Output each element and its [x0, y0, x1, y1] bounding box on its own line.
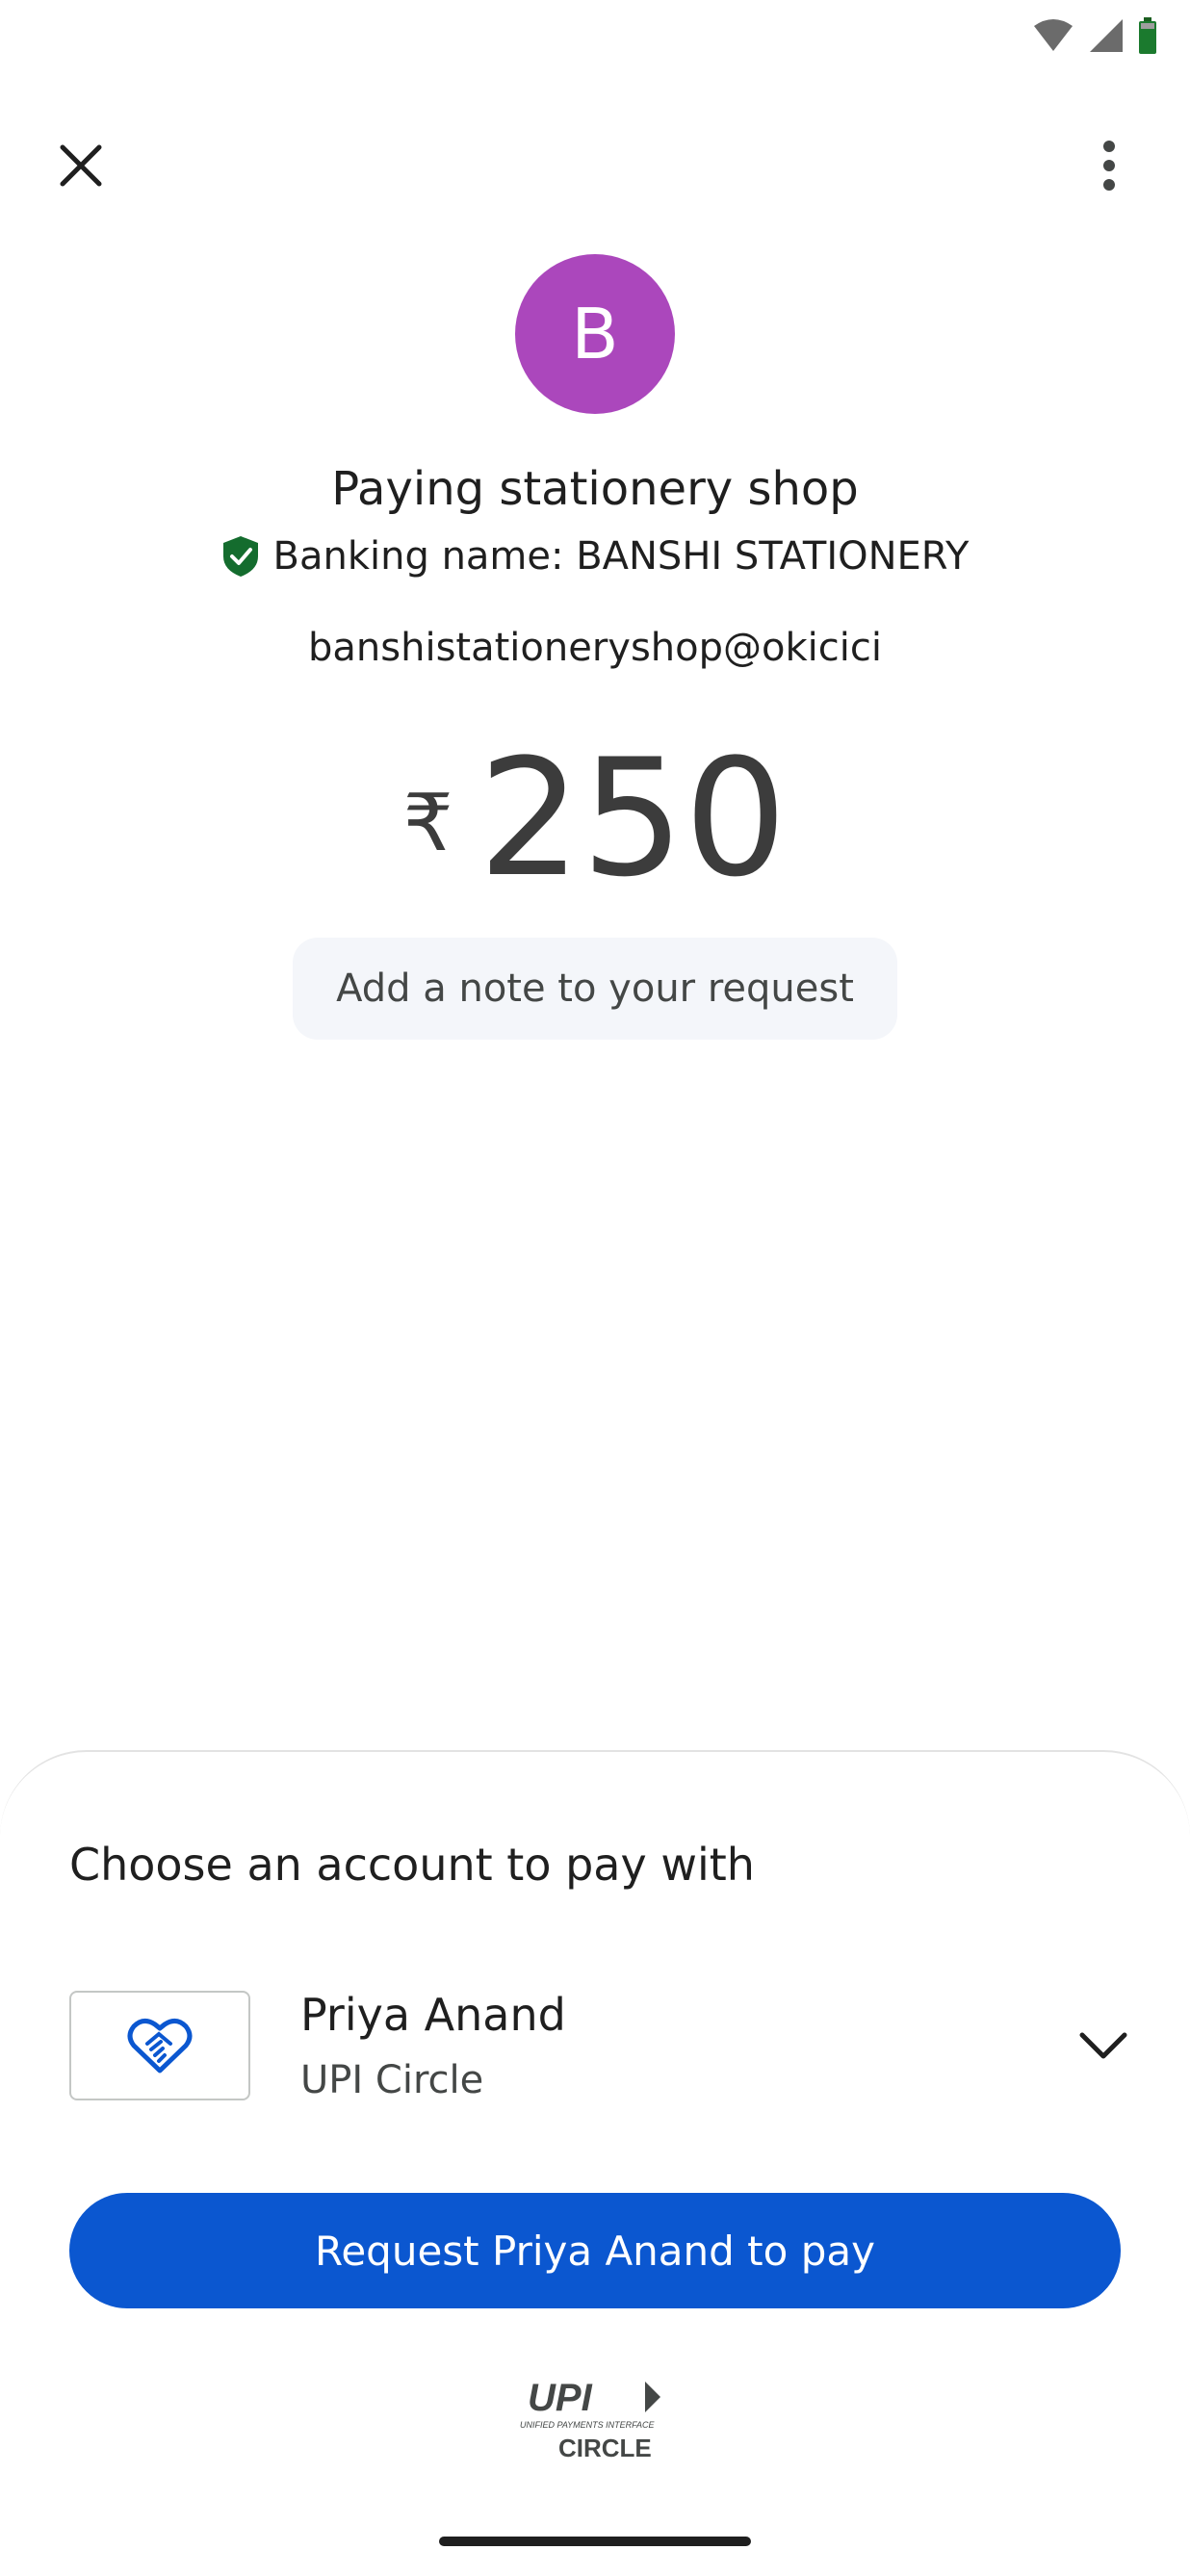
upi-circle-handshake-icon — [127, 2019, 193, 2074]
banking-name: Banking name: BANSHI STATIONERY — [272, 534, 970, 579]
payee-title: Paying stationery shop — [331, 462, 859, 516]
close-button[interactable] — [39, 123, 123, 208]
upi-logo-text: UPI — [528, 2378, 593, 2419]
account-selector[interactable]: Priya Anand UPI Circle — [69, 1989, 1132, 2104]
more-options-button[interactable] — [1067, 123, 1151, 208]
account-logo — [69, 1991, 250, 2100]
banking-name-row: Banking name: BANSHI STATIONERY — [0, 534, 1190, 579]
more-vert-icon — [1103, 141, 1115, 191]
avatar-initial: B — [571, 294, 619, 374]
amount-display: ₹ 250 — [0, 732, 1190, 905]
add-note-button[interactable]: Add a note to your request — [293, 938, 897, 1040]
signal-icon — [1090, 19, 1123, 52]
wifi-icon — [1034, 19, 1073, 51]
chevron-down-icon[interactable] — [1074, 2018, 1132, 2075]
status-icons — [1032, 17, 1157, 54]
status-bar — [0, 0, 1190, 67]
account-subtitle: UPI Circle — [300, 2058, 484, 2102]
currency-symbol: ₹ — [402, 777, 453, 869]
sheet-title: Choose an account to pay with — [69, 1839, 755, 1891]
battery-icon — [1139, 17, 1156, 54]
add-note-label: Add a note to your request — [336, 966, 854, 1011]
upi-logo-circle: CIRCLE — [558, 2434, 652, 2462]
upi-id: banshistationeryshop@okicici — [308, 626, 882, 670]
request-pay-button[interactable]: Request Priya Anand to pay — [69, 2193, 1121, 2308]
request-pay-label: Request Priya Anand to pay — [315, 2227, 875, 2275]
account-name: Priya Anand — [300, 1989, 566, 2041]
close-icon — [60, 144, 102, 187]
avatar: B — [515, 254, 675, 414]
home-indicator[interactable] — [439, 2537, 751, 2546]
upi-logo-subtext: UNIFIED PAYMENTS INTERFACE — [520, 2420, 656, 2430]
amount-value[interactable]: 250 — [479, 732, 788, 905]
verified-shield-icon — [222, 536, 258, 577]
upi-circle-logo: UPI UNIFIED PAYMENTS INTERFACE CIRCLE — [520, 2378, 660, 2462]
